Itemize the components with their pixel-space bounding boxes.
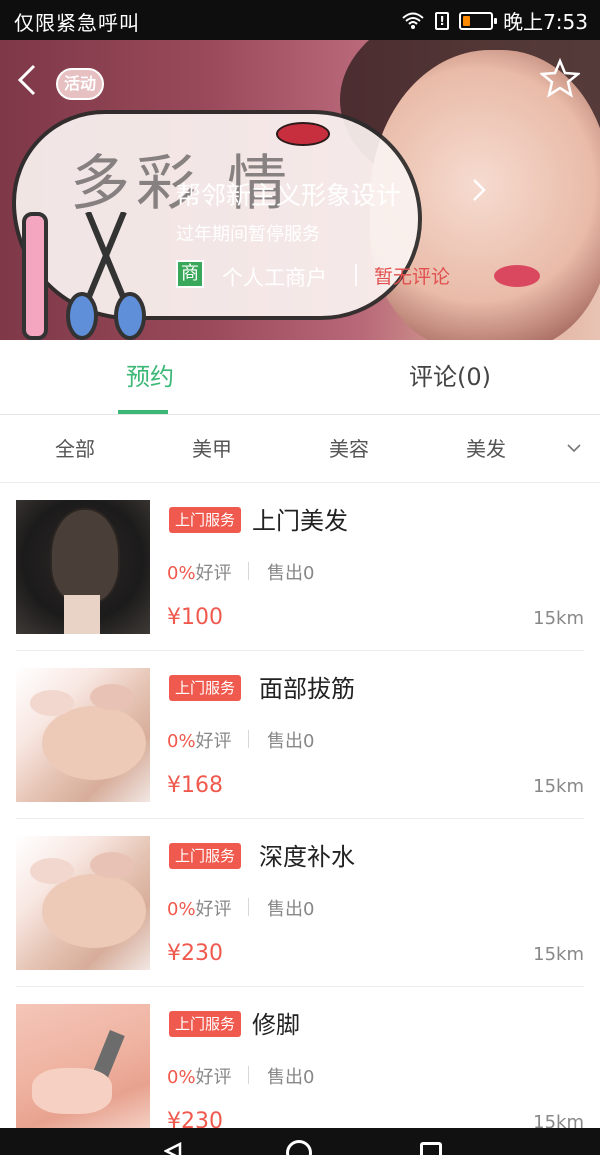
category-all[interactable]: 全部 bbox=[55, 415, 95, 483]
wifi-icon bbox=[402, 12, 424, 29]
shop-banner: 多彩 情 活动 帮邻新主义形象设计 过年期间暂停服务 商 个人工商户 暂无评论 bbox=[0, 40, 600, 340]
divider bbox=[248, 1066, 249, 1084]
merchant-type: 个人工商户 bbox=[222, 266, 327, 290]
star-icon[interactable] bbox=[540, 58, 580, 98]
rating-label: 好评 bbox=[195, 731, 232, 752]
system-nav-bar bbox=[0, 1128, 600, 1155]
status-icons: ! 晚上7:53 bbox=[401, 6, 588, 35]
carrier-text: 仅限紧急呼叫 bbox=[14, 11, 140, 35]
tab-bar: 预约 评论(0) bbox=[0, 340, 600, 415]
lips-sticker bbox=[276, 122, 330, 146]
rating-percent: 0% bbox=[167, 899, 196, 920]
service-name: 面部拔筋 bbox=[259, 675, 355, 703]
divider bbox=[248, 730, 249, 748]
rating-percent: 0% bbox=[167, 563, 196, 584]
category-filter: 全部 美甲 美容 美发 bbox=[0, 415, 600, 483]
service-sold: 售出0 bbox=[267, 899, 315, 920]
shop-note: 过年期间暂停服务 bbox=[176, 224, 320, 245]
divider bbox=[355, 264, 357, 286]
service-list: 上门服务 上门美发 0%好评 售出0 ¥100 15km 上门服务 面部拔筋 0… bbox=[0, 483, 600, 1155]
service-rating: 0%好评 bbox=[167, 727, 232, 753]
chevron-down-icon[interactable] bbox=[566, 441, 582, 455]
service-tag: 上门服务 bbox=[169, 507, 242, 533]
service-sold: 售出0 bbox=[267, 731, 315, 752]
tab-reviews[interactable]: 评论(0) bbox=[300, 340, 600, 415]
review-status: 暂无评论 bbox=[374, 266, 451, 288]
nav-home-icon[interactable] bbox=[286, 1140, 312, 1155]
service-tag: 上门服务 bbox=[169, 843, 242, 869]
service-name: 深度补水 bbox=[259, 843, 355, 871]
rating-label: 好评 bbox=[195, 899, 232, 920]
scissors-icon bbox=[66, 212, 146, 340]
battery-level bbox=[463, 15, 470, 26]
service-price: ¥230 bbox=[167, 941, 223, 966]
service-distance: 15km bbox=[533, 608, 584, 629]
category-beauty[interactable]: 美容 bbox=[329, 415, 369, 483]
service-name: 修脚 bbox=[252, 1011, 300, 1039]
service-distance: 15km bbox=[533, 776, 584, 797]
service-rating: 0%好评 bbox=[167, 895, 232, 921]
service-price: ¥100 bbox=[167, 605, 223, 630]
rating-percent: 0% bbox=[167, 731, 196, 752]
clock: 晚上7:53 bbox=[503, 10, 588, 34]
service-sold: 售出0 bbox=[267, 563, 315, 584]
shop-name[interactable]: 帮邻新主义形象设计 bbox=[176, 176, 401, 212]
divider bbox=[248, 562, 249, 580]
back-icon[interactable] bbox=[14, 62, 44, 98]
service-thumbnail bbox=[16, 1004, 150, 1138]
tab-booking[interactable]: 预约 bbox=[0, 340, 300, 415]
service-thumbnail bbox=[16, 836, 150, 970]
service-tag: 上门服务 bbox=[169, 1011, 242, 1037]
service-rating: 0%好评 bbox=[167, 1063, 232, 1089]
category-hair[interactable]: 美发 bbox=[466, 415, 506, 483]
comb-icon bbox=[22, 212, 48, 340]
active-tab-indicator bbox=[118, 410, 168, 414]
divider bbox=[248, 898, 249, 916]
service-rating: 0%好评 bbox=[167, 559, 232, 585]
rating-label: 好评 bbox=[195, 563, 232, 584]
service-thumbnail bbox=[16, 500, 150, 634]
chevron-right-icon[interactable] bbox=[470, 176, 488, 204]
service-thumbnail bbox=[16, 668, 150, 802]
status-bar: 仅限紧急呼叫 ! 晚上7:53 bbox=[0, 0, 600, 40]
service-price: ¥168 bbox=[167, 773, 223, 798]
category-nails[interactable]: 美甲 bbox=[192, 415, 232, 483]
service-sold: 售出0 bbox=[267, 1067, 315, 1088]
banner-lips bbox=[494, 265, 540, 287]
list-item[interactable]: 上门服务 面部拔筋 0%好评 售出0 ¥168 15km bbox=[16, 651, 584, 819]
service-tag: 上门服务 bbox=[169, 675, 242, 701]
list-item[interactable]: 上门服务 深度补水 0%好评 售出0 ¥230 15km bbox=[16, 819, 584, 987]
list-item[interactable]: 上门服务 上门美发 0%好评 售出0 ¥100 15km bbox=[16, 483, 584, 651]
nav-back-icon[interactable] bbox=[164, 1142, 182, 1155]
rating-label: 好评 bbox=[195, 1067, 232, 1088]
nav-recent-icon[interactable] bbox=[420, 1142, 442, 1155]
alert-icon: ! bbox=[435, 11, 450, 30]
battery-icon bbox=[459, 11, 498, 30]
activity-logo: 活动 bbox=[56, 68, 104, 100]
rating-percent: 0% bbox=[167, 1067, 196, 1088]
merchant-badge: 商 bbox=[176, 260, 204, 288]
service-name: 上门美发 bbox=[252, 507, 348, 535]
service-distance: 15km bbox=[533, 944, 584, 965]
